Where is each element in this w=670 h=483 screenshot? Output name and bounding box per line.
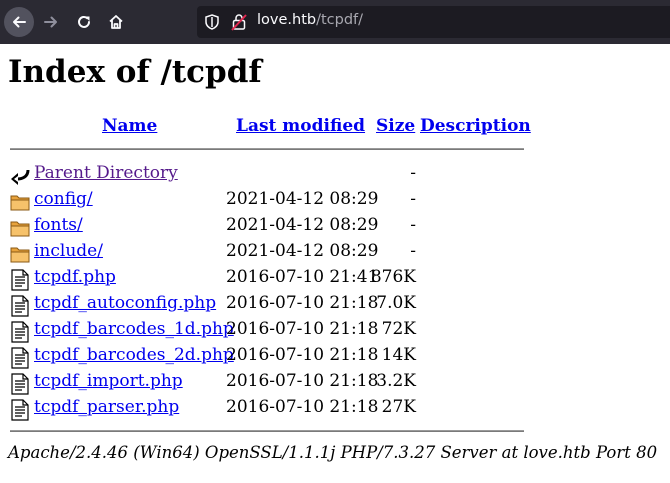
home-button[interactable] xyxy=(101,7,131,37)
reload-icon xyxy=(78,15,90,28)
file-size: 14K xyxy=(381,345,416,365)
file-row: tcpdf.php 2016-07-10 21:41 876K xyxy=(0,267,670,291)
file-link[interactable]: include/ xyxy=(34,241,103,261)
url-bar[interactable]: love.htb/tcpdf/ xyxy=(197,6,670,38)
home-icon xyxy=(109,15,123,29)
file-row: tcpdf_barcodes_1d.php 2016-07-10 21:18 72K xyxy=(0,319,670,343)
parent-directory-row: Parent Directory - xyxy=(0,163,670,187)
file-row: include/2021-04-12 08:29 - xyxy=(0,241,670,265)
file-link[interactable]: fonts/ xyxy=(34,215,83,235)
page-title: Index of /tcpdf xyxy=(8,54,262,90)
parent-directory-icon xyxy=(10,165,30,187)
forward-button[interactable] xyxy=(36,7,66,37)
file-row: config/2021-04-12 08:29 - xyxy=(0,189,670,213)
header-divider xyxy=(10,148,524,150)
last-modified: 2021-04-12 08:29 xyxy=(226,241,379,261)
file-link[interactable]: tcpdf_parser.php xyxy=(34,397,179,417)
server-signature: Apache/2.4.46 (Win64) OpenSSL/1.1.1j PHP… xyxy=(8,443,658,462)
browser-toolbar: love.htb/tcpdf/ xyxy=(0,0,670,44)
arrow-right-icon xyxy=(44,16,57,28)
column-header-last-modified[interactable]: Last modified xyxy=(236,116,365,136)
file-link[interactable]: tcpdf_barcodes_2d.php xyxy=(34,345,234,365)
file-row: tcpdf_autoconfig.php 2016-07-10 21:18 7.0K xyxy=(0,293,670,317)
reload-button[interactable] xyxy=(69,7,99,37)
file-size: - xyxy=(410,241,416,261)
tracking-shield-icon[interactable] xyxy=(205,14,219,30)
url-path: /tcpdf/ xyxy=(316,12,364,28)
file-size: 7.0K xyxy=(376,293,416,313)
insecure-lock-icon[interactable] xyxy=(231,13,247,31)
parent-directory-link[interactable]: Parent Directory xyxy=(34,163,178,183)
text-file-icon xyxy=(10,269,30,291)
last-modified: 2016-07-10 21:18 xyxy=(226,371,379,391)
file-size: 27K xyxy=(381,397,416,417)
file-link[interactable]: tcpdf.php xyxy=(34,267,116,287)
file-size: - xyxy=(410,189,416,209)
text-file-icon xyxy=(10,347,30,369)
text-file-icon xyxy=(10,295,30,317)
file-row: tcpdf_parser.php 2016-07-10 21:18 27K xyxy=(0,397,670,421)
text-file-icon xyxy=(10,373,30,395)
url-text[interactable]: love.htb/tcpdf/ xyxy=(257,12,363,28)
folder-icon xyxy=(10,217,30,239)
url-host: love.htb xyxy=(257,12,317,28)
file-size: 3.2K xyxy=(376,371,416,391)
folder-icon xyxy=(10,243,30,265)
file-size: 72K xyxy=(381,319,416,339)
file-size: 876K xyxy=(370,267,416,287)
file-row: fonts/2021-04-12 08:29 - xyxy=(0,215,670,239)
file-link[interactable]: config/ xyxy=(34,189,93,209)
back-button[interactable] xyxy=(4,7,34,37)
arrow-left-icon xyxy=(13,16,26,28)
footer-divider xyxy=(10,430,524,432)
column-header-description[interactable]: Description xyxy=(420,116,531,136)
last-modified: 2016-07-10 21:18 xyxy=(226,397,379,417)
last-modified: 2016-07-10 21:18 xyxy=(226,293,379,313)
file-size: - xyxy=(410,163,416,183)
file-row: tcpdf_barcodes_2d.php 2016-07-10 21:18 14K xyxy=(0,345,670,369)
file-link[interactable]: tcpdf_autoconfig.php xyxy=(34,293,216,313)
file-link[interactable]: tcpdf_import.php xyxy=(34,371,183,391)
file-row: tcpdf_import.php 2016-07-10 21:18 3.2K xyxy=(0,371,670,395)
last-modified: 2016-07-10 21:18 xyxy=(226,319,379,339)
file-size: - xyxy=(410,215,416,235)
column-header-name[interactable]: Name xyxy=(102,116,157,136)
file-link[interactable]: tcpdf_barcodes_1d.php xyxy=(34,319,234,339)
folder-icon xyxy=(10,191,30,213)
last-modified: 2021-04-12 08:29 xyxy=(226,189,379,209)
last-modified: 2016-07-10 21:18 xyxy=(226,345,379,365)
last-modified: 2016-07-10 21:41 xyxy=(226,267,379,287)
column-header-size[interactable]: Size xyxy=(376,116,415,136)
text-file-icon xyxy=(10,321,30,343)
text-file-icon xyxy=(10,399,30,421)
last-modified: 2021-04-12 08:29 xyxy=(226,215,379,235)
